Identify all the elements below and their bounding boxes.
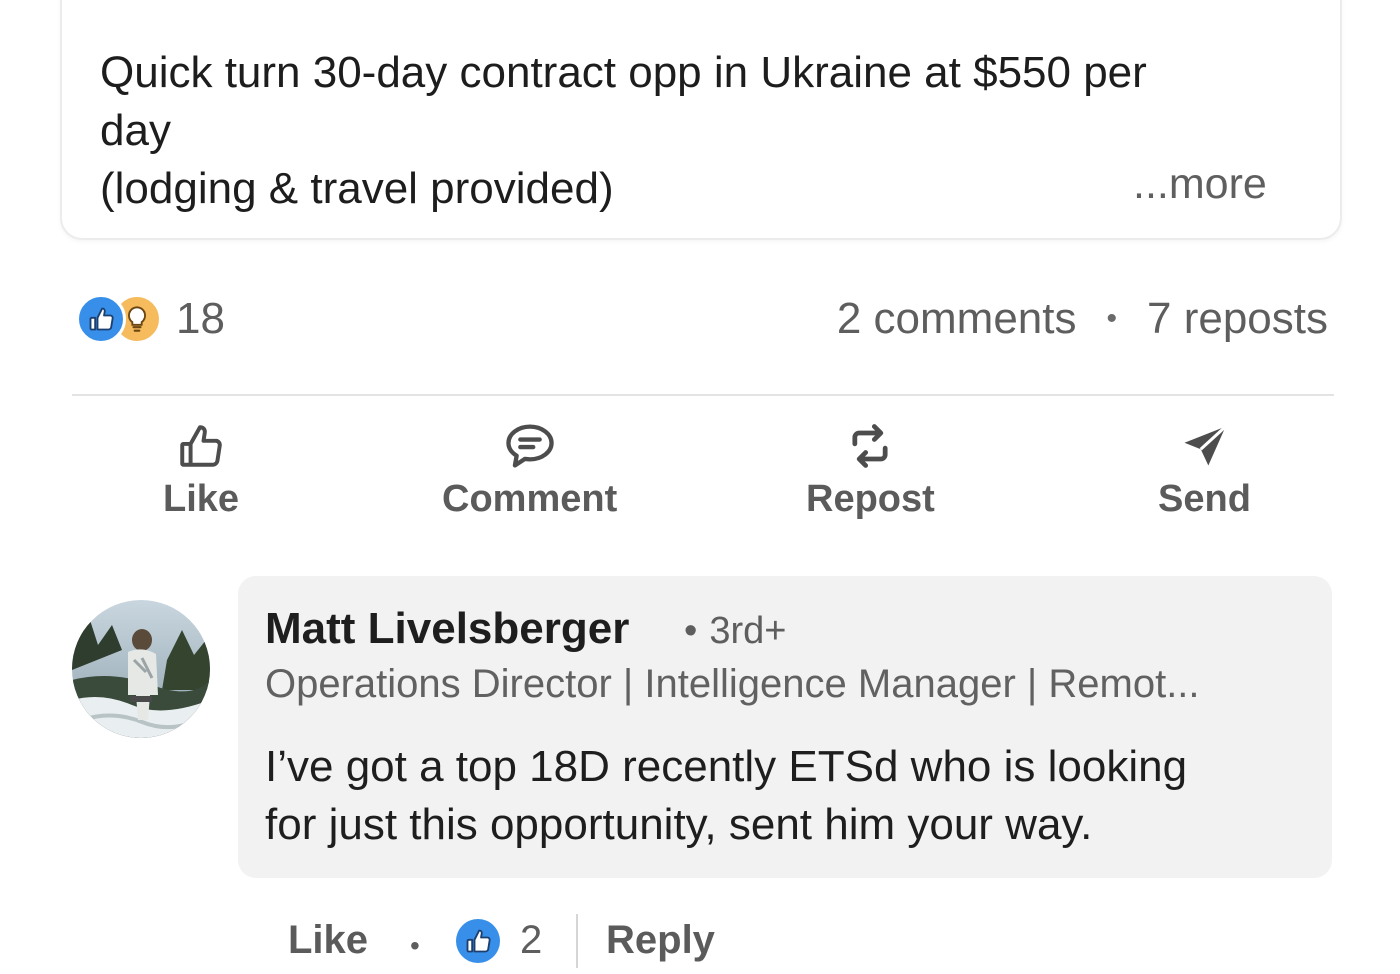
reposts-count-link[interactable]: 7 reposts	[1147, 294, 1328, 344]
separator-dot: •	[1106, 302, 1118, 335]
like-button[interactable]: Like	[163, 420, 239, 521]
divider	[72, 394, 1334, 396]
linkedin-post-view: Quick turn 30-day contract opp in Ukrain…	[0, 0, 1400, 974]
comment-body-text: I’ve got a top 18D recently ETSd who is …	[265, 738, 1315, 854]
send-button[interactable]: Send	[1158, 420, 1251, 521]
like-label: Like	[163, 478, 240, 520]
post-text-line: Quick turn 30-day contract opp in Ukrain…	[100, 48, 1147, 97]
repost-icon	[852, 424, 888, 468]
divider	[576, 914, 578, 968]
engagement-counts: 2 comments • 7 reposts	[837, 294, 1328, 344]
comment-label: Comment	[442, 478, 618, 520]
post-text-line: day	[100, 106, 171, 155]
commenter-name[interactable]: Matt Livelsberger	[265, 604, 629, 654]
reaction-count: 18	[176, 294, 225, 343]
repost-button[interactable]: Repost	[806, 420, 935, 521]
like-icon	[456, 918, 500, 963]
degree-badge: 3rd+	[709, 610, 787, 652]
see-more-link[interactable]: ...more	[1133, 160, 1267, 209]
send-label: Send	[1158, 478, 1251, 520]
comment-text-line: I’ve got a top 18D recently ETSd who is …	[265, 742, 1188, 791]
thumbs-up-icon	[180, 425, 222, 467]
comment-bubble-icon	[505, 424, 554, 468]
like-icon	[76, 294, 126, 344]
comment-text-line: for just this opportunity, sent him your…	[265, 800, 1093, 849]
comment-button[interactable]: Comment	[442, 420, 617, 521]
commenter-avatar[interactable]	[72, 600, 210, 738]
commenter-headline: Operations Director | Intelligence Manag…	[265, 662, 1200, 706]
comment-like-button[interactable]: Like	[288, 918, 368, 963]
comments-count-link[interactable]: 2 comments	[837, 294, 1077, 344]
connection-degree: • 3rd+	[684, 610, 786, 653]
send-icon	[1184, 425, 1228, 466]
comment-reactions[interactable]: 2	[456, 918, 542, 963]
separator-dot: •	[410, 930, 420, 961]
reply-button[interactable]: Reply	[606, 918, 715, 963]
separator-dot: •	[684, 610, 698, 652]
repost-label: Repost	[806, 478, 935, 520]
reactions-summary[interactable]: 18	[76, 294, 225, 344]
comment-reaction-count: 2	[520, 918, 543, 962]
